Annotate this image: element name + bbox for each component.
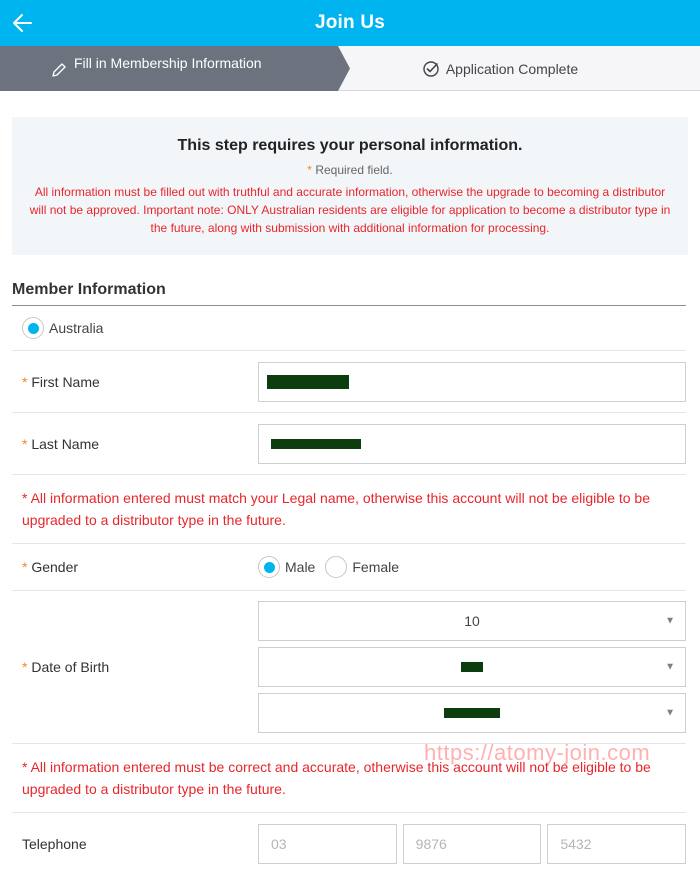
gender-radio-male[interactable]: Male [258,556,315,578]
telephone-prefix-input[interactable]: 9876 [402,823,542,864]
radio-dot[interactable] [22,317,44,339]
country-row: Australia [12,306,686,351]
radio-dot[interactable] [258,556,280,578]
gender-label: Gender [31,559,79,575]
required-star: * [22,559,28,575]
notice-warning: All information must be filled out with … [29,185,671,235]
field-label: * First Name [12,374,258,390]
dob-year-select[interactable]: ▼ [258,693,686,733]
redacted-value [271,438,361,449]
required-label: Required field. [315,163,393,177]
country-radio-australia[interactable]: Australia [22,317,103,339]
gender-row: * Gender Male Female [12,544,686,591]
radio-dot[interactable] [325,556,348,578]
gender-radio-female[interactable]: Female [325,556,399,578]
step-label: Application Complete [445,60,579,77]
required-field-hint: * Required field. [26,163,674,177]
radio-label: Female [352,559,400,575]
info-notice: This step requires your personal informa… [12,117,688,255]
telephone-area-input[interactable]: 03 [258,823,397,864]
last-name-label: Last Name [31,435,100,452]
select-value: 10 [464,613,480,629]
radio-label: Australia [49,320,104,336]
check-circle-icon [423,60,439,77]
redacted-value [267,374,349,389]
field-label: * Gender [12,559,258,575]
first-name-label: First Name [31,373,100,390]
legal-name-note: * All information entered must match you… [12,475,686,544]
step-fill-info: Fill in Membership Information [0,46,350,91]
radio-label: Male [285,559,316,575]
page-title: Join Us [314,12,386,33]
redacted-value [444,708,500,718]
telephone-line-input[interactable]: 5432 [547,823,687,864]
progress-stepper: Fill in Membership Information Applicati… [0,46,700,91]
step-label: Fill in Membership Information [74,54,262,71]
app-header: Join Us [0,0,700,46]
back-button[interactable] [10,10,36,36]
telephone-label: Telephone [22,835,87,852]
last-name-row: * Last Name [12,413,686,475]
field-label: * Date of Birth [12,659,258,675]
pencil-icon [52,62,66,77]
first-name-input[interactable] [258,361,686,402]
dob-day-select[interactable]: ▼ [258,647,686,687]
dropdown-arrow-icon: ▼ [665,661,675,673]
last-name-input[interactable] [258,423,686,464]
telephone-row: Telephone 03 9876 5432 [12,813,687,870]
first-name-row: * First Name [12,351,686,413]
redacted-value [461,662,483,672]
dropdown-arrow-icon: ▼ [665,615,675,627]
dropdown-arrow-icon: ▼ [665,707,675,719]
required-star: * [22,435,28,452]
step-application-complete: Application Complete [350,46,700,91]
dob-month-select[interactable]: 10 ▼ [258,601,686,641]
field-label: * Last Name [12,436,258,452]
dob-row: * Date of Birth 10 ▼ ▼ ▼ [12,591,686,744]
section-title: Member Information [12,281,686,306]
arrow-left-icon [13,14,32,32]
required-star: * [22,659,28,675]
notice-heading: This step requires your personal informa… [177,137,523,154]
required-star: * [307,163,312,177]
dob-label: Date of Birth [31,659,110,675]
required-star: * [22,373,28,390]
accuracy-note: * All information entered must be correc… [12,744,686,813]
